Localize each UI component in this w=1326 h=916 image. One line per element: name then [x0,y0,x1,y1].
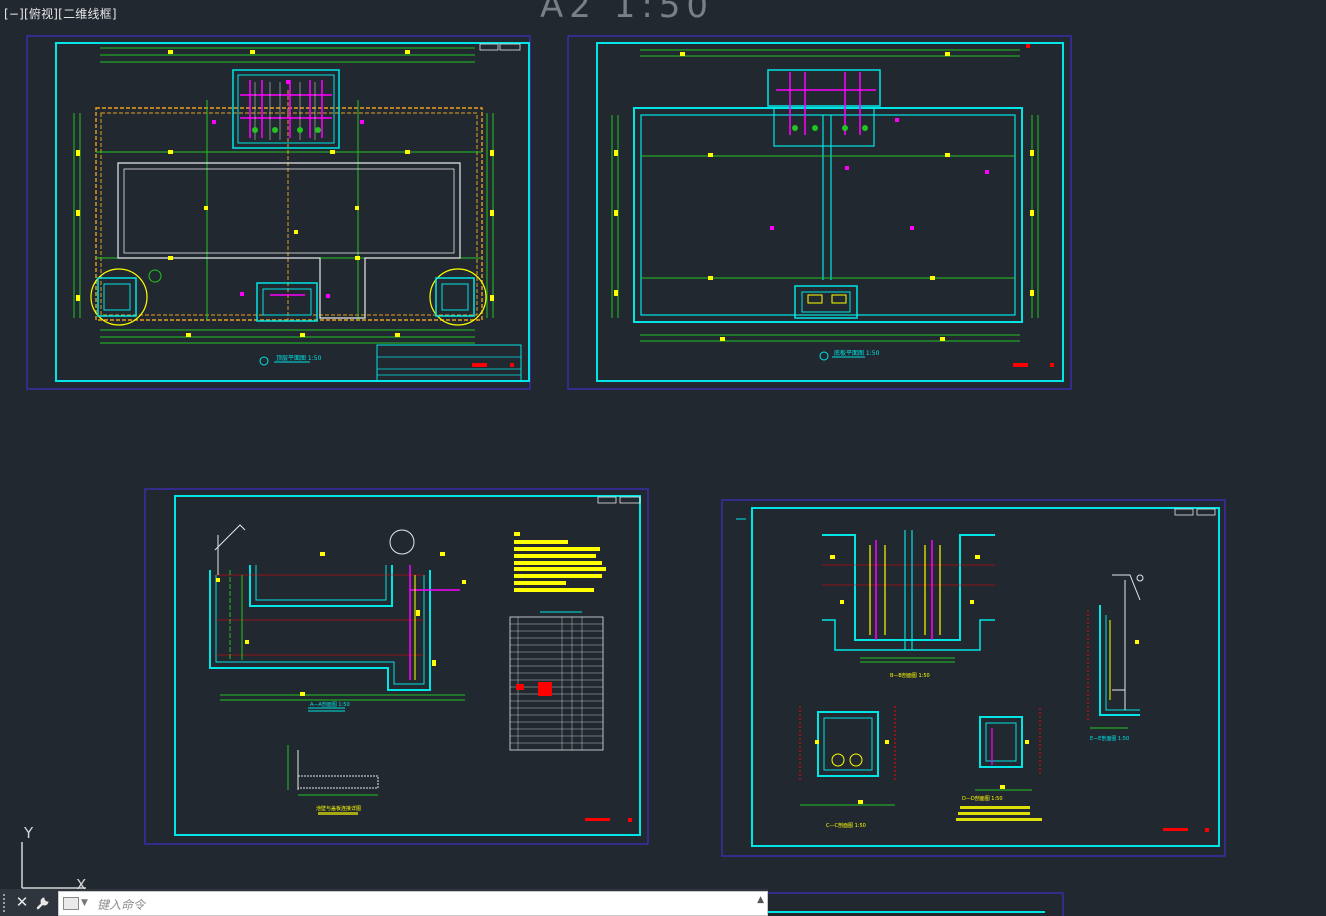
sheet4-label-e: E—E剖面图 1:50 [1090,735,1129,742]
ucs-y-label: Y [23,824,34,842]
command-line-bar: ✕ ▼ ▲ [0,889,768,916]
sheet3-detail-label: 池壁与盖板连接详图 [316,805,361,812]
sheet-bottom-plan[interactable]: 底板平面图 1:50 [567,35,1072,390]
command-history-icon[interactable] [63,897,79,910]
sheet4-scale-label: B—B剖面图 1:50 [890,672,930,679]
sheet3-scale-label: A—A剖面图 1:50 [310,701,350,708]
wrench-icon[interactable] [35,893,53,911]
ucs-icon: Y X [21,824,86,894]
close-icon[interactable]: ✕ [14,892,30,912]
sheet-section-b[interactable]: B—B剖面图 1:50 C—C剖面图 1:50 D—D剖面图 1:50 E—E剖… [721,499,1226,857]
cad-drawing-canvas[interactable]: 顶层平面图 1:50 底板平面图 1:50 A—A剖面图 1:50 池壁与盖板连… [0,0,1326,916]
chevron-down-icon[interactable]: ▼ [81,898,88,908]
sheet2-scale-label: 底板平面图 1:50 [834,349,880,357]
command-input[interactable] [95,894,739,915]
sheet-section-a[interactable]: A—A剖面图 1:50 池壁与盖板连接详图 [144,488,649,845]
scroll-up-icon[interactable]: ▲ [757,895,764,905]
sheet1-scale-label: 顶层平面图 1:50 [276,355,322,362]
grip-icon[interactable] [3,894,11,912]
sheet-partial-bottom[interactable] [764,892,1064,916]
sheet4-label-c: C—C剖面图 1:50 [826,822,866,829]
command-input-container[interactable]: ▼ ▲ [58,891,768,916]
sheet4-label-d: D—D剖面图 1:50 [962,795,1003,802]
